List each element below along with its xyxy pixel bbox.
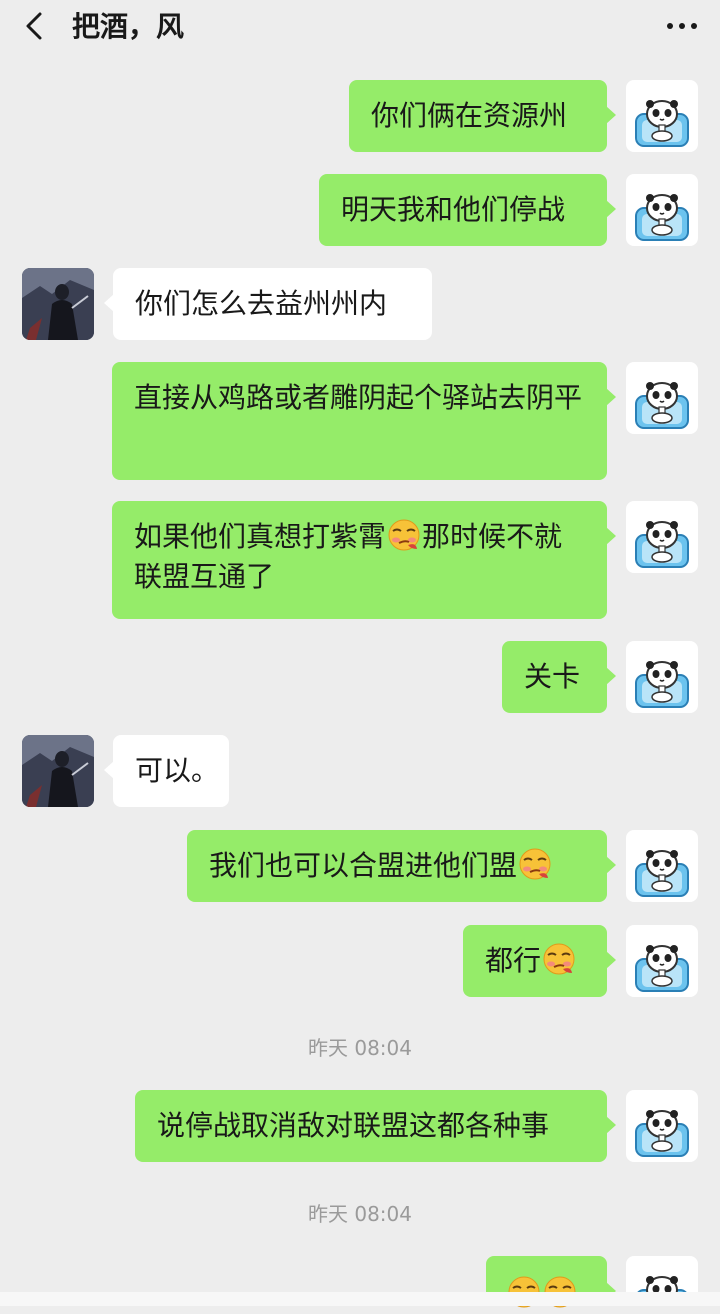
more-dots-icon[interactable] <box>662 8 702 44</box>
my-avatar[interactable] <box>626 925 698 997</box>
my-avatar[interactable] <box>626 174 698 246</box>
message-text: 我们也可以合盟进他们盟 <box>209 849 518 882</box>
timestamp: 昨天 08:04 <box>308 1036 412 1060</box>
chat-title: 把酒，风 <box>72 10 185 43</box>
message-text: 关卡 <box>524 660 581 693</box>
back-chevron-icon[interactable] <box>18 8 54 44</box>
contact-avatar[interactable] <box>22 268 94 340</box>
message-text: 你们怎么去益州州内 <box>135 287 388 320</box>
message-bubble-outgoing[interactable]: 我们也可以合盟进他们盟 <box>187 830 616 902</box>
message-bubble-outgoing[interactable]: 关卡 <box>502 641 616 713</box>
message-text: 直接从鸡路或者雕阴起个驿站去阴平 <box>134 381 583 414</box>
my-avatar[interactable] <box>626 830 698 902</box>
my-avatar[interactable] <box>626 80 698 152</box>
smirk-emoji-icon <box>543 943 576 975</box>
message-bubble-outgoing[interactable]: 直接从鸡路或者雕阴起个驿站去阴平 <box>112 362 616 480</box>
contact-avatar[interactable] <box>22 735 94 807</box>
message-text: 都行 <box>485 944 542 977</box>
message-bubble-outgoing[interactable]: 都行 <box>463 925 616 997</box>
message-text-part: 如果他们真想打紫霄 <box>134 520 387 553</box>
message-bubble-outgoing[interactable]: 说停战取消敌对联盟这都各种事 <box>135 1090 616 1162</box>
my-avatar[interactable] <box>626 1090 698 1162</box>
message-bubble-incoming[interactable]: 可以。 <box>104 735 229 807</box>
chat-header: 把酒，风 <box>0 0 720 56</box>
message-bubble-outgoing[interactable]: 你们俩在资源州 <box>349 80 616 152</box>
message-bubble-outgoing[interactable]: 明天我和他们停战 <box>319 174 616 246</box>
message-text: 你们俩在资源州 <box>371 99 568 132</box>
smirk-emoji-icon <box>388 519 421 551</box>
smirk-emoji-icon <box>519 848 552 880</box>
message-text: 可以。 <box>135 754 220 787</box>
message-bubble-incoming[interactable]: 你们怎么去益州州内 <box>104 268 432 340</box>
my-avatar[interactable] <box>626 362 698 434</box>
my-avatar[interactable] <box>626 501 698 573</box>
message-text: 明天我和他们停战 <box>341 193 566 226</box>
message-text: 说停战取消敌对联盟这都各种事 <box>157 1109 550 1142</box>
my-avatar[interactable] <box>626 641 698 713</box>
timestamp: 昨天 08:04 <box>308 1202 412 1226</box>
input-bar-edge <box>0 1292 720 1306</box>
message-bubble-outgoing[interactable]: 如果他们真想打紫霄 那时候不就联盟互通了 <box>112 501 616 619</box>
